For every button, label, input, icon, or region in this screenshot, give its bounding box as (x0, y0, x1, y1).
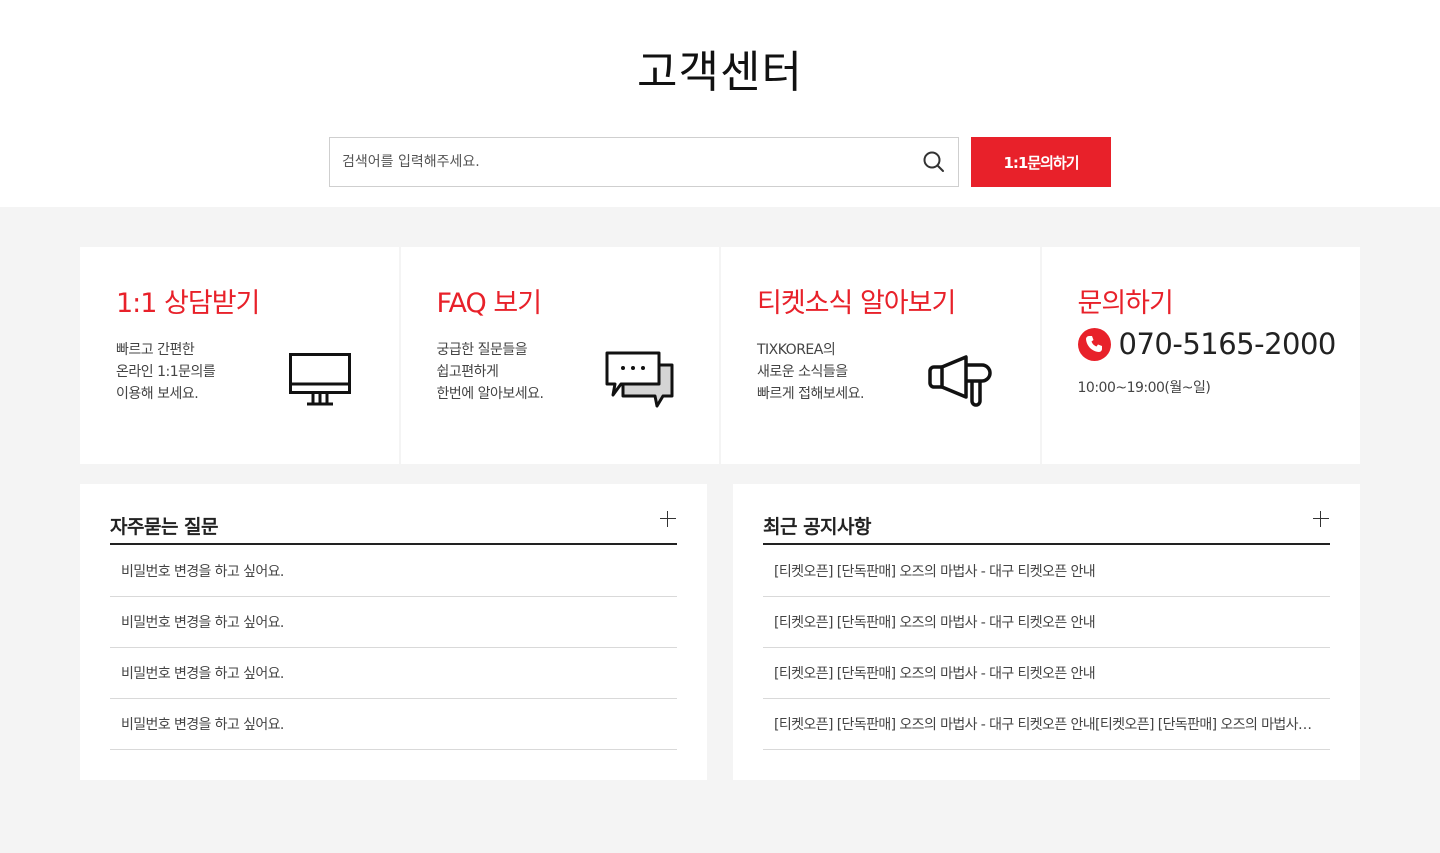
phone-row: 070-5165-2000 (1077, 327, 1337, 361)
notice-item-text: [티켓오픈] [단독판매] 오즈의 마법사 - 대구 티켓오픈 안내 (774, 615, 1096, 631)
faq-item[interactable]: 비밀번호 변경을 하고 싶어요. (110, 648, 677, 699)
phone-number[interactable]: 070-5165-2000 (1119, 327, 1337, 361)
panel-header: 자주묻는 질문 (110, 508, 677, 545)
card-desc-line: 빠르게 접해보세요. (757, 386, 864, 402)
notice-item-text: [티켓오픈] [단독판매] 오즈의 마법사 - 대구 티켓오픈 안내 (774, 564, 1096, 580)
card-desc-line: 쉽고편하게 (436, 364, 499, 380)
notice-more-button[interactable] (1312, 510, 1330, 528)
panel-title: 최근 공지사항 (763, 516, 872, 538)
faq-item[interactable]: 비밀번호 변경을 하고 싶어요. (110, 546, 677, 597)
page-title: 고객센터 (637, 47, 803, 98)
card-title: 티켓소식 알아보기 (757, 288, 956, 319)
search-button[interactable] (920, 148, 948, 176)
faq-item-text: 비밀번호 변경을 하고 싶어요. (121, 564, 284, 580)
card-description: 궁급한 질문들을 쉽고편하게 한번에 알아보세요. (437, 339, 544, 405)
card-desc-line: 온라인 1:1문의를 (116, 364, 216, 380)
card-title: 문의하기 (1077, 288, 1174, 319)
faq-item[interactable]: 비밀번호 변경을 하고 싶어요. (110, 597, 677, 648)
search-icon (923, 151, 944, 172)
notice-item[interactable]: [티켓오픈] [단독판매] 오즈의 마법사 - 대구 티켓오픈 안내 (763, 597, 1330, 648)
card-desc-line: 궁급한 질문들을 (436, 342, 528, 358)
faq-item[interactable]: 비밀번호 변경을 하고 싶어요. (110, 699, 677, 750)
search-box (329, 137, 959, 187)
card-desc-line: 새로운 소식들을 (757, 364, 848, 380)
panel-header: 최근 공지사항 (763, 508, 1330, 545)
faq-panel: 자주묻는 질문 비밀번호 변경을 하고 싶어요. 비밀번호 변경을 하고 싶어요… (80, 484, 707, 780)
notice-item[interactable]: [티켓오픈] [단독판매] 오즈의 마법사 - 대구 티켓오픈 안내[티켓오픈]… (763, 699, 1330, 750)
card-desc-line: 빠르고 간편한 (116, 342, 195, 358)
search-input[interactable] (330, 138, 910, 186)
card-contact[interactable]: 문의하기 070-5165-2000 10:00~19:00(월~일) (1041, 247, 1360, 464)
phone-icon (1077, 327, 1111, 361)
card-desc-line: 한번에 알아보세요. (436, 386, 544, 402)
notice-item[interactable]: [티켓오픈] [단독판매] 오즈의 마법사 - 대구 티켓오픈 안내 (763, 546, 1330, 597)
faq-more-button[interactable] (659, 510, 677, 528)
card-consultation[interactable]: 1:1 상담받기 빠르고 간편한 온라인 1:1문의를 이용해 보세요. (80, 247, 399, 464)
monitor-icon (288, 353, 351, 406)
card-desc-line: 이용해 보세요. (116, 386, 199, 402)
chat-bubbles-icon (605, 351, 674, 408)
megaphone-icon (927, 355, 992, 407)
card-ticket-news[interactable]: 티켓소식 알아보기 TIXKOREA의 새로운 소식들을 빠르게 접해보세요. (721, 247, 1040, 464)
card-faq[interactable]: FAQ 보기 궁급한 질문들을 쉽고편하게 한번에 알아보세요. (400, 247, 719, 464)
card-description: 빠르고 간편한 온라인 1:1문의를 이용해 보세요. (116, 339, 216, 405)
card-description: TIXKOREA의 새로운 소식들을 빠르게 접해보세요. (757, 339, 864, 405)
faq-list: 비밀번호 변경을 하고 싶어요. 비밀번호 변경을 하고 싶어요. 비밀번호 변… (110, 546, 677, 750)
faq-item-text: 비밀번호 변경을 하고 싶어요. (121, 615, 284, 631)
card-title: FAQ 보기 (436, 288, 543, 319)
notice-item-text: [티켓오픈] [단독판매] 오즈의 마법사 - 대구 티켓오픈 안내 (774, 666, 1096, 682)
card-title: 1:1 상담받기 (116, 288, 260, 319)
notice-panel: 최근 공지사항 [티켓오픈] [단독판매] 오즈의 마법사 - 대구 티켓오픈 … (733, 484, 1360, 780)
faq-item-text: 비밀번호 변경을 하고 싶어요. (121, 717, 284, 733)
notice-item-text: [티켓오픈] [단독판매] 오즈의 마법사 - 대구 티켓오픈 안내[티켓오픈]… (774, 717, 1314, 733)
service-cards: 1:1 상담받기 빠르고 간편한 온라인 1:1문의를 이용해 보세요. FAQ… (80, 247, 1360, 464)
business-hours: 10:00~19:00(월~일) (1077, 380, 1211, 396)
header-section: 고객센터 1:1문의하기 (0, 0, 1440, 207)
inquiry-button[interactable]: 1:1문의하기 (971, 137, 1111, 187)
card-desc-line: TIXKOREA의 (757, 342, 836, 358)
notice-list: [티켓오픈] [단독판매] 오즈의 마법사 - 대구 티켓오픈 안내 [티켓오픈… (763, 546, 1330, 750)
panel-title: 자주묻는 질문 (110, 516, 219, 538)
faq-item-text: 비밀번호 변경을 하고 싶어요. (121, 666, 284, 682)
notice-item[interactable]: [티켓오픈] [단독판매] 오즈의 마법사 - 대구 티켓오픈 안내 (763, 648, 1330, 699)
